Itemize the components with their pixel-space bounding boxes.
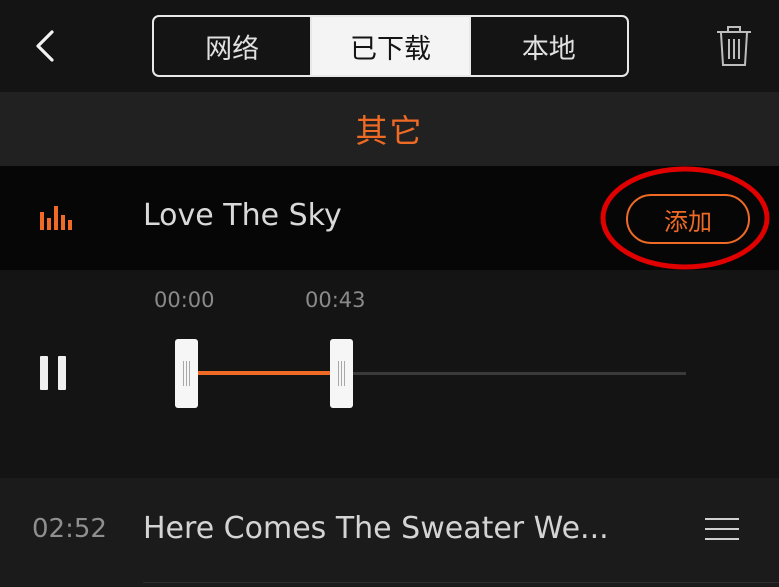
trim-start-time: 00:00 <box>154 288 215 312</box>
delete-button[interactable] <box>714 24 754 68</box>
section-header: 其它 <box>0 92 779 166</box>
hamburger-icon[interactable] <box>705 516 739 542</box>
pause-button[interactable] <box>40 356 66 390</box>
trim-start-handle[interactable] <box>175 339 198 408</box>
equalizer-icon <box>40 206 72 230</box>
chevron-left-icon <box>36 30 54 62</box>
row-divider <box>143 582 779 583</box>
tab-downloaded[interactable]: 已下载 <box>312 17 471 75</box>
trim-selection <box>186 371 341 375</box>
song-duration: 02:52 <box>32 514 107 544</box>
source-tabs: 网络 已下载 本地 <box>152 15 629 77</box>
current-song-title: Love The Sky <box>143 198 342 233</box>
tab-network[interactable]: 网络 <box>154 17 313 75</box>
pause-icon <box>40 356 48 390</box>
section-title: 其它 <box>355 112 424 150</box>
back-button[interactable] <box>30 26 62 66</box>
add-button[interactable]: 添加 <box>626 194 750 244</box>
trim-end-time: 00:43 <box>305 288 366 312</box>
tab-local[interactable]: 本地 <box>471 17 627 75</box>
trim-end-handle[interactable] <box>330 339 353 408</box>
trash-icon <box>717 26 751 66</box>
song-title: Here Comes The Sweater We... <box>143 511 609 546</box>
